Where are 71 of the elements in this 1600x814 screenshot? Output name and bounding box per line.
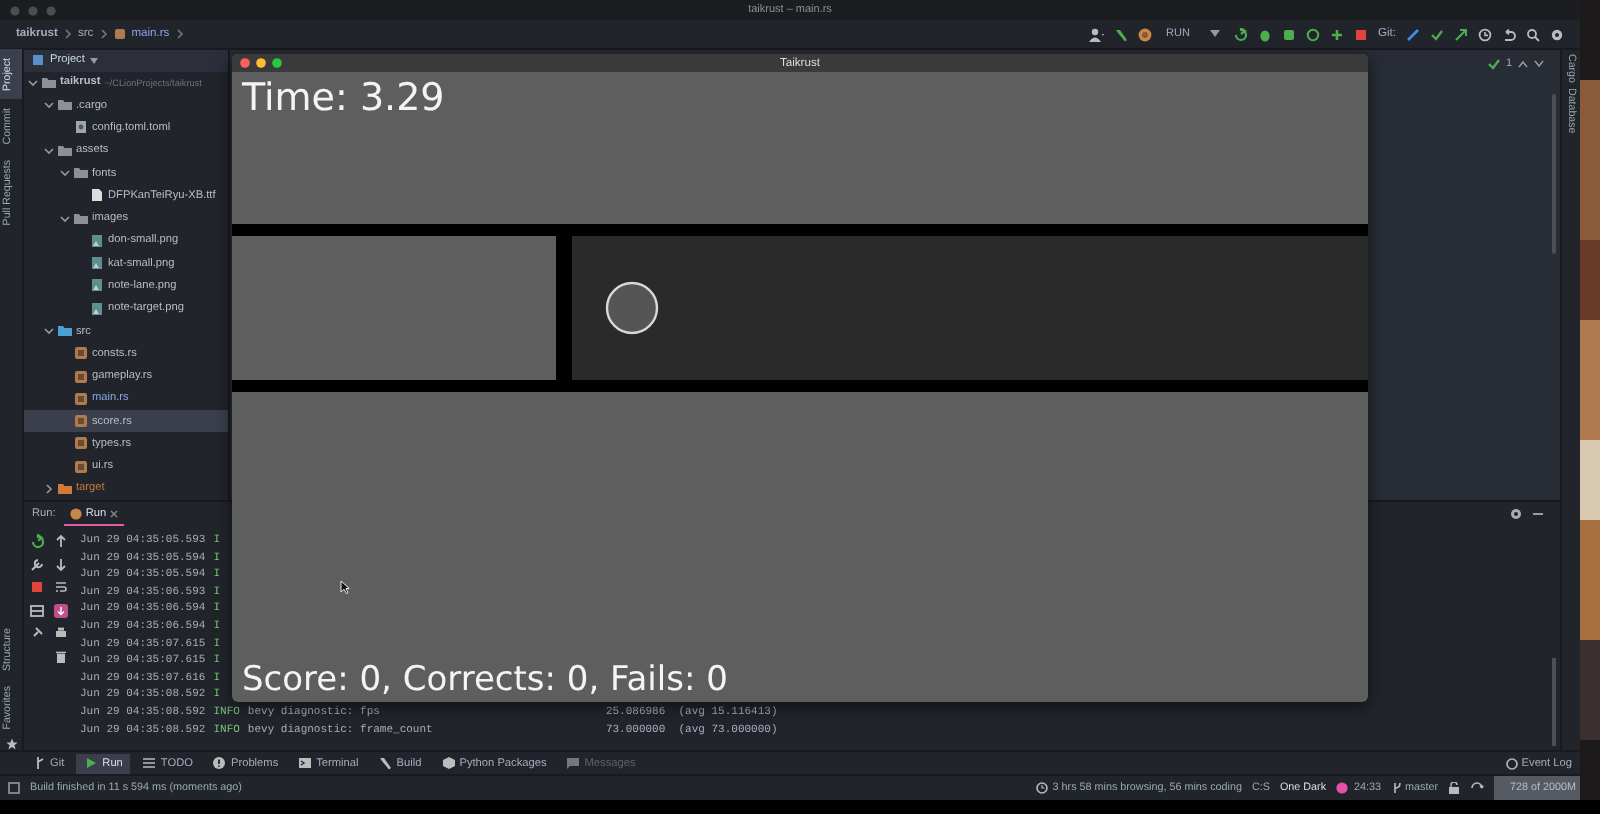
message-icon [566, 756, 581, 770]
clock-icon [1036, 781, 1049, 793]
scroll-to-end-icon[interactable] [53, 603, 67, 618]
chevron-icon [175, 28, 184, 40]
wrench-icon[interactable] [29, 557, 43, 572]
star-icon [5, 738, 17, 750]
up-icon[interactable] [1518, 60, 1528, 68]
up-arrow-icon[interactable] [53, 534, 67, 549]
folder-icon [58, 481, 72, 496]
person-icon[interactable] [1088, 27, 1105, 41]
package-icon [441, 756, 456, 770]
lock-icon[interactable] [1448, 781, 1461, 793]
branch-icon [1391, 781, 1402, 793]
dot-icon [1336, 781, 1349, 793]
chevron-icon[interactable] [60, 213, 70, 224]
search-icon[interactable] [1526, 27, 1540, 41]
chevron-icon[interactable] [44, 100, 54, 111]
chevron-icon [99, 28, 108, 40]
soft-wrap-icon[interactable] [53, 580, 67, 595]
event-log-icon [1505, 757, 1518, 769]
image-file-icon [90, 278, 104, 293]
cursor-icon [340, 580, 350, 594]
pin-icon[interactable] [29, 626, 43, 641]
image-file-icon [90, 233, 104, 248]
rerun-icon[interactable] [1233, 27, 1248, 41]
folder-icon [74, 211, 88, 226]
branch-icon [32, 756, 46, 770]
caret-icon [90, 57, 99, 64]
caret-icon [1209, 30, 1220, 38]
list-icon [142, 756, 157, 770]
chevron-icon[interactable] [44, 145, 54, 156]
push-icon[interactable] [1454, 27, 1468, 41]
file-icon [90, 188, 104, 203]
layout-icon[interactable] [29, 603, 43, 618]
config-file-icon [74, 120, 88, 135]
scrollbar[interactable] [1552, 658, 1556, 746]
layout-icon[interactable] [8, 781, 20, 793]
check-icon[interactable] [1430, 27, 1444, 41]
image-file-icon [90, 301, 104, 316]
close-icon[interactable] [110, 509, 119, 517]
settings-icon[interactable] [1550, 27, 1564, 41]
config-icon [69, 507, 82, 519]
rerun-icon[interactable] [29, 534, 43, 549]
project-icon [32, 54, 44, 67]
check-icon [1487, 58, 1500, 70]
down-icon[interactable] [1534, 60, 1544, 68]
sync-icon[interactable] [1470, 781, 1485, 793]
image-file-icon [90, 256, 104, 271]
play-icon [84, 756, 99, 770]
undo-icon[interactable] [1502, 27, 1516, 41]
minimize-icon[interactable] [1532, 508, 1544, 520]
settings-icon[interactable] [1510, 508, 1522, 520]
update-icon[interactable] [1406, 27, 1420, 41]
trash-icon[interactable] [53, 649, 67, 664]
timer-text: Time: 3.29 [242, 76, 445, 120]
chevron-icon[interactable] [44, 483, 54, 494]
chevron-icon [63, 28, 72, 40]
rust-file-icon [113, 28, 126, 40]
stop-icon[interactable] [29, 580, 43, 595]
chevron-icon[interactable] [28, 77, 38, 88]
chevron-icon[interactable] [60, 168, 70, 179]
folder-icon [58, 324, 72, 339]
down-arrow-icon[interactable] [53, 557, 67, 572]
target-circle-icon [604, 280, 660, 336]
score-text: Score: 0, Corrects: 0, Fails: 0 [242, 660, 730, 700]
chevron-icon[interactable] [44, 326, 54, 337]
history-icon[interactable] [1478, 27, 1492, 41]
config-icon [1138, 27, 1153, 41]
stop-icon[interactable] [1353, 27, 1368, 41]
scrollbar[interactable] [1552, 94, 1556, 254]
print-icon[interactable] [53, 626, 67, 641]
